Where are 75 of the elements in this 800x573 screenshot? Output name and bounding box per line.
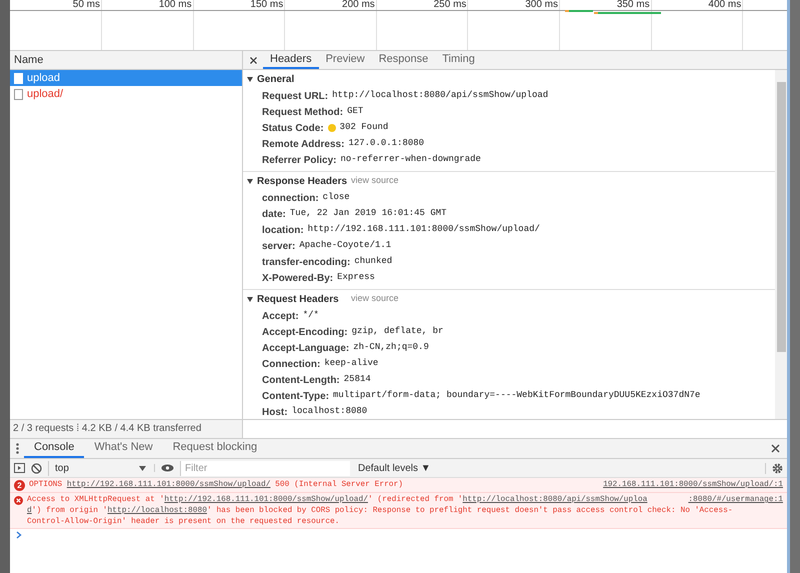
tick-label: 350 ms — [616, 0, 650, 12]
header-name: transfer-encoding: — [262, 256, 350, 270]
header-value: 302 Found — [340, 121, 388, 134]
section-title: Request Headers — [257, 292, 340, 306]
tick-label: 150 ms — [250, 0, 284, 12]
tab[interactable]: Response — [372, 51, 436, 69]
tab[interactable]: What's New — [84, 439, 163, 458]
header-value: multipart/form-data; boundary=----WebKitFormBoundaryDUU5KEzxiO37dN7e — [333, 389, 700, 402]
tick-label: 200 ms — [342, 0, 375, 12]
dropdown-caret-icon[interactable] — [139, 466, 146, 470]
header-name: connection: — [262, 192, 319, 206]
tab[interactable]: Preview — [318, 51, 372, 69]
view-source-link[interactable]: view source — [351, 292, 399, 306]
document-icon — [14, 72, 23, 84]
header-value: 25814 — [344, 373, 371, 386]
header-value: Apache-Coyote/1.1 — [299, 239, 392, 252]
tick-label: 50 ms — [72, 0, 100, 12]
expanded-triangle-icon[interactable] — [247, 178, 253, 184]
tab[interactable]: Request blocking — [162, 439, 268, 458]
header-value: */* — [302, 309, 319, 322]
view-source-link[interactable]: view source — [351, 174, 399, 188]
header-value: 127.0.0.1:8080 — [348, 137, 424, 150]
tick-label: 300 ms — [525, 0, 558, 12]
header-name: server: — [262, 240, 296, 254]
header-value: keep-alive — [324, 357, 378, 370]
clear-icon[interactable] — [31, 462, 42, 474]
scrollbar[interactable] — [775, 70, 787, 419]
header-name: X-Powered-By: — [262, 272, 334, 286]
header-name: Content-Type: — [262, 390, 330, 404]
sidebar-toggle-icon[interactable] — [14, 463, 25, 473]
tick-label: 100 ms — [158, 0, 192, 12]
header-name: Accept-Language: — [262, 342, 350, 356]
expanded-triangle-icon[interactable] — [247, 76, 253, 82]
header-value: gzip, deflate, br — [352, 325, 444, 338]
header-name: Content-Length: — [262, 374, 340, 388]
context-value: top — [55, 462, 69, 476]
eye-icon[interactable] — [154, 464, 174, 472]
levels-dropdown[interactable]: Default levels ▼ — [358, 460, 431, 476]
expanded-triangle-icon[interactable] — [247, 296, 253, 302]
document-icon — [14, 88, 23, 100]
error-icon — [14, 496, 23, 505]
section-title: General — [257, 72, 296, 86]
header-name: Accept: — [262, 310, 299, 324]
header-value: http://localhost:8080/api/ssmShow/upload — [332, 89, 548, 102]
header-value: http://192.168.111.101:8000/ssmShow/upload/ — [308, 223, 540, 236]
header-name: Request Method: — [262, 106, 344, 120]
header-name: Referrer Policy: — [262, 154, 336, 168]
tab[interactable]: Timing — [435, 51, 482, 69]
header-value: Tue, 22 Jan 2019 16:01:45 GMT — [290, 207, 447, 220]
prompt-icon[interactable] — [16, 531, 24, 539]
header-value: close — [322, 191, 350, 204]
header-name: Host: — [262, 406, 288, 419]
header-name: Accept-Encoding: — [262, 326, 348, 340]
tick-label: 250 ms — [434, 0, 466, 12]
settings-icon[interactable] — [765, 462, 783, 474]
header-name: date: — [262, 208, 286, 222]
header-name: Status Code: — [262, 122, 324, 136]
header-name: Request URL: — [262, 90, 328, 104]
header-value: Express — [337, 271, 375, 284]
filter-field[interactable]: Filter — [180, 460, 350, 476]
header-value: GET — [347, 105, 364, 118]
header-value: chunked — [354, 255, 392, 268]
section-title: Response Headers — [257, 174, 345, 188]
header-name: Remote Address: — [262, 138, 344, 152]
header-name: location: — [262, 224, 304, 238]
status-bar: 2 / 3 requests ⁞ 4.2 KB / 4.4 KB transferred — [10, 420, 243, 438]
tab[interactable]: Headers — [263, 51, 319, 69]
tick-label: 400 ms — [708, 0, 742, 12]
context-select[interactable]: top — [48, 460, 148, 476]
header-value: no-referrer-when-downgrade — [340, 153, 481, 166]
column-header: Name — [10, 51, 242, 70]
header-name: Connection: — [262, 358, 320, 372]
header-value: zh-CN,zh;q=0.9 — [353, 341, 429, 354]
header-value: localhost:8080 — [292, 405, 368, 418]
error-count-badge: 2 — [14, 480, 25, 491]
